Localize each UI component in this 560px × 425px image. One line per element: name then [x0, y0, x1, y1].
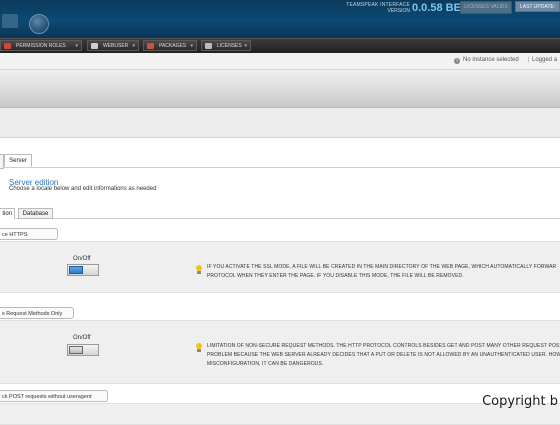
subtab-database[interactable]: Database — [18, 208, 53, 219]
setting-description: LIMITATION OF NON-SECURE REQUEST METHODS… — [207, 343, 560, 367]
nav-item-permission-roles[interactable]: PERMISSION ROLES ▾ — [0, 40, 82, 51]
globe-icon — [29, 14, 49, 34]
request-methods-toggle[interactable] — [67, 344, 99, 356]
page-subtitle: Choose a locale below and edit informati… — [9, 186, 157, 192]
instance-status[interactable]: No instance selected — [463, 57, 519, 63]
setting-header-request-methods: s Request Methods Only — [0, 307, 74, 319]
tab-server[interactable]: Server — [4, 154, 32, 167]
brand-version-label: VERSION — [387, 8, 410, 14]
https-toggle[interactable] — [67, 264, 99, 276]
toggle-label: On/Off — [73, 335, 91, 341]
page-subbanner — [0, 108, 560, 138]
page-banner — [0, 70, 560, 108]
setting-panel-post-useragent — [0, 403, 560, 425]
nav-item-webuser[interactable]: WEBUSER ▾ — [87, 40, 139, 51]
copyright-text: Copyright b — [482, 394, 558, 409]
toggle-label: On/Off — [73, 256, 91, 262]
subtab-general[interactable]: tion — [0, 208, 15, 219]
packages-icon — [147, 43, 154, 49]
nav-item-label: LICENSES — [217, 43, 242, 49]
lightbulb-icon — [196, 343, 202, 352]
logo-icon — [2, 14, 18, 28]
last-update-button[interactable]: LAST UPDATE: — [515, 1, 560, 12]
licenses-valid-button[interactable]: LICENSES VALIDS — [460, 1, 512, 14]
nav-item-licenses[interactable]: LICENSES ▾ — [201, 40, 251, 51]
webuser-icon — [91, 43, 98, 49]
toggle-knob — [69, 346, 83, 354]
status-separator: | — [528, 57, 530, 63]
chevron-down-icon: ▾ — [132, 43, 135, 49]
main-nav — [0, 38, 560, 54]
nav-item-label: PERMISSION ROLES — [16, 43, 66, 49]
setting-header-https: ce HTTPS — [0, 228, 58, 240]
tabs-divider — [0, 167, 560, 168]
lightbulb-icon — [196, 265, 202, 274]
info-icon: i — [454, 58, 460, 64]
setting-description: IF YOU ACTIVATE THE SSL MODE, A FILE WIL… — [207, 264, 557, 279]
toggle-knob — [69, 266, 83, 274]
chevron-down-icon: ▾ — [75, 43, 78, 49]
chevron-down-icon: ▾ — [190, 43, 193, 49]
chevron-down-icon: ▾ — [244, 43, 247, 49]
nav-item-packages[interactable]: PACKAGES ▾ — [143, 40, 197, 51]
nav-item-label: PACKAGES — [159, 43, 187, 49]
roles-icon — [4, 43, 11, 49]
logged-user[interactable]: Logged a — [532, 57, 557, 63]
nav-item-label: WEBUSER — [103, 43, 129, 49]
setting-header-post-useragent: ck POST requests without useragent — [0, 390, 108, 402]
licenses-icon — [205, 43, 212, 49]
version-number: 0.0.58 BE — [412, 2, 461, 14]
subtabs-divider — [0, 218, 560, 219]
